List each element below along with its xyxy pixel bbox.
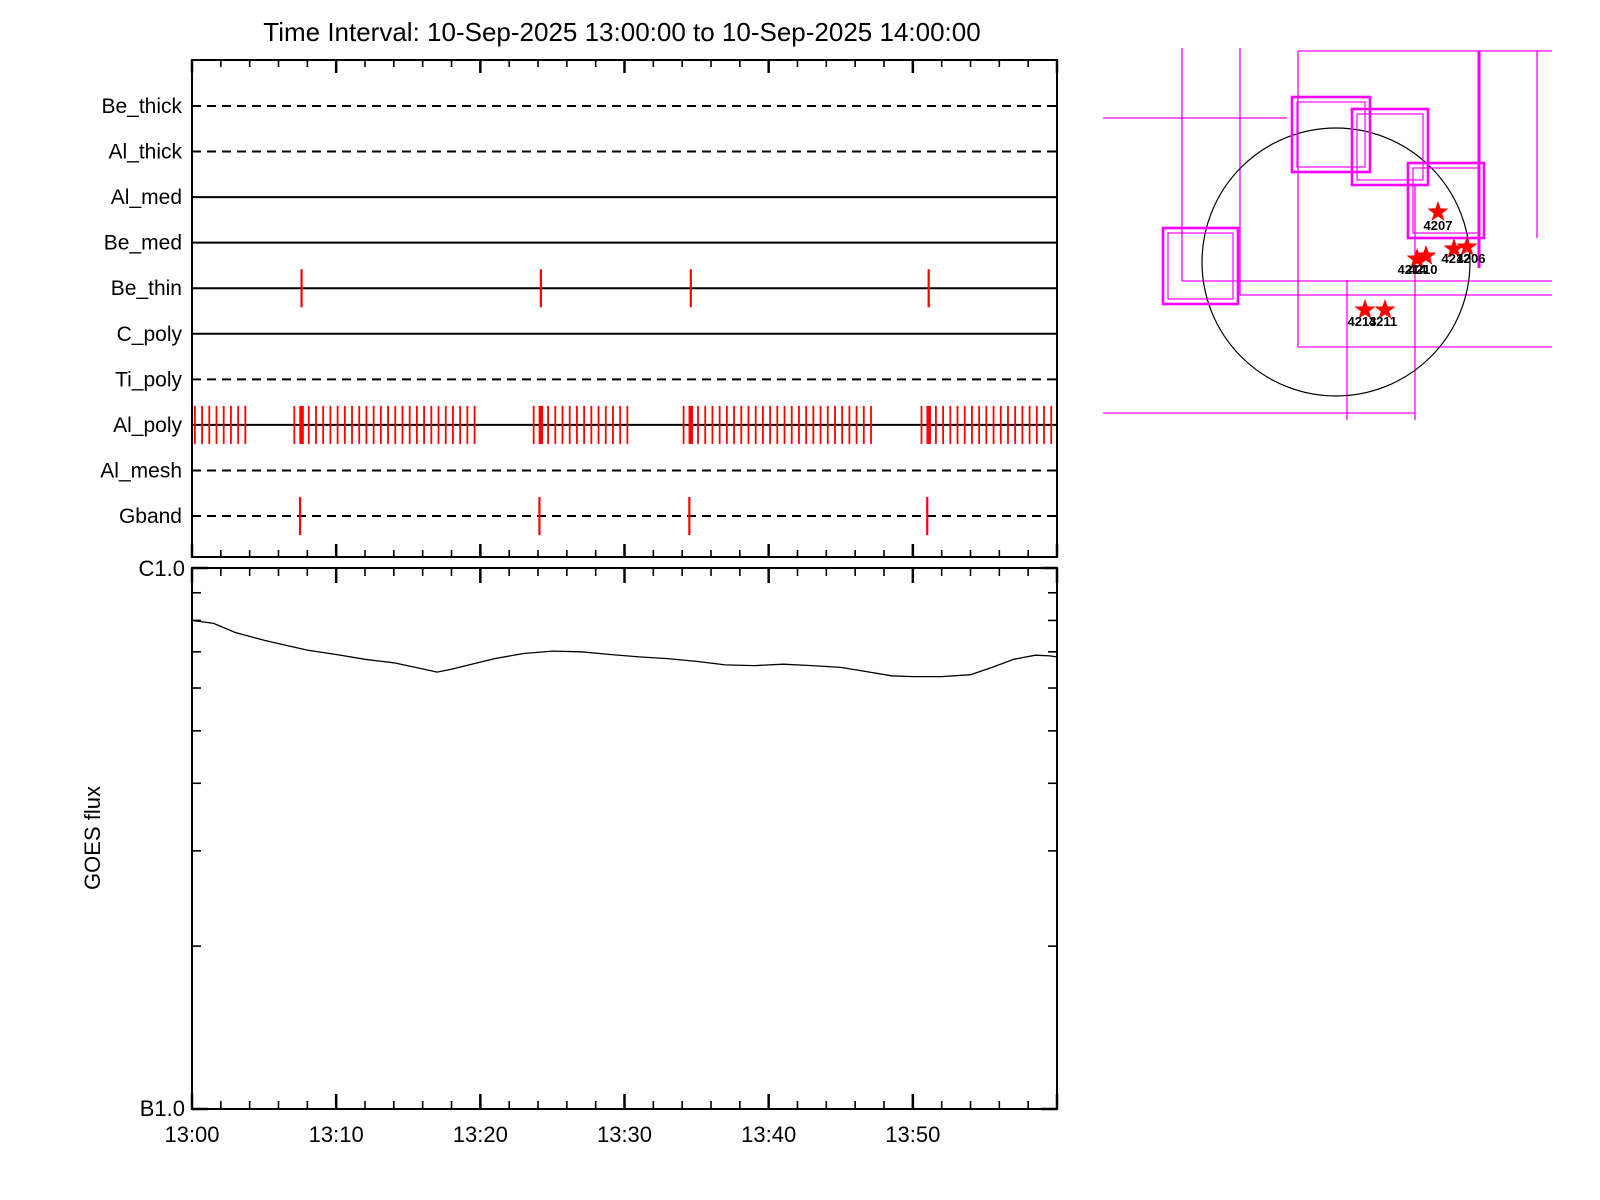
page-title: Time Interval: 10-Sep-2025 13:00:00 to 1… xyxy=(263,17,980,47)
filter-row-label-Gband: Gband xyxy=(119,505,182,528)
filter-row-label-Al_poly: Al_poly xyxy=(113,414,182,437)
x-axis-label-13:50: 13:50 xyxy=(885,1122,940,1147)
filter-row-label-Be_thick: Be_thick xyxy=(101,95,182,118)
filter-row-label-Al_thick: Al_thick xyxy=(108,141,182,164)
filter-rows-group: Be_thick Al_thick Al_med Be_med Be_thin C_pol… xyxy=(100,95,1057,528)
filter-row-label-C_poly: C_poly xyxy=(117,323,183,346)
axis-ticks-group xyxy=(190,60,1059,1111)
x-axis-label-13:30: 13:30 xyxy=(597,1122,652,1147)
fov-box xyxy=(1161,226,1240,306)
active-region-label-4207: 4207 xyxy=(1424,218,1453,233)
fov-box-inner xyxy=(1296,101,1366,168)
x-axis-labels-group: 13:00 13:10 13:20 13:30 13:40 13:50 xyxy=(164,1122,940,1147)
fov-box-inner xyxy=(1167,232,1234,300)
fov-box xyxy=(1350,107,1430,187)
filter-row-label-Be_thin: Be_thin xyxy=(111,277,182,300)
goes-y-axis-title: GOES flux xyxy=(80,786,105,890)
solar-disk-map: 4207421242064214421042134211 xyxy=(1103,48,1552,420)
goes-flux-panel xyxy=(191,567,1058,1110)
active-region-label-4210: 4210 xyxy=(1409,262,1438,277)
filter-row-label-Be_med: Be_med xyxy=(104,232,182,255)
exposure-ticks-group xyxy=(193,269,1053,536)
xrt-observation-figure: Time Interval: 10-Sep-2025 13:00:00 to 1… xyxy=(80,17,1552,1147)
filter-row-label-Al_mesh: Al_mesh xyxy=(100,459,182,482)
goes-flux-curve xyxy=(191,619,1058,678)
goes-y-bottom-label: B1.0 xyxy=(140,1096,185,1121)
x-axis-label-13:00: 13:00 xyxy=(164,1122,219,1147)
x-axis-label-13:40: 13:40 xyxy=(741,1122,796,1147)
filter-row-label-Al_med: Al_med xyxy=(111,186,182,209)
x-axis-label-13:20: 13:20 xyxy=(453,1122,508,1147)
active-region-label-4211: 4211 xyxy=(1369,314,1397,329)
filter-row-label-Ti_poly: Ti_poly xyxy=(115,368,182,391)
goes-y-top-label: C1.0 xyxy=(139,556,185,581)
filter-timeline-panel xyxy=(191,59,1058,558)
x-axis-label-13:10: 13:10 xyxy=(309,1122,364,1147)
active-region-label-4206: 4206 xyxy=(1457,251,1486,266)
goes-curve-group xyxy=(191,619,1058,678)
